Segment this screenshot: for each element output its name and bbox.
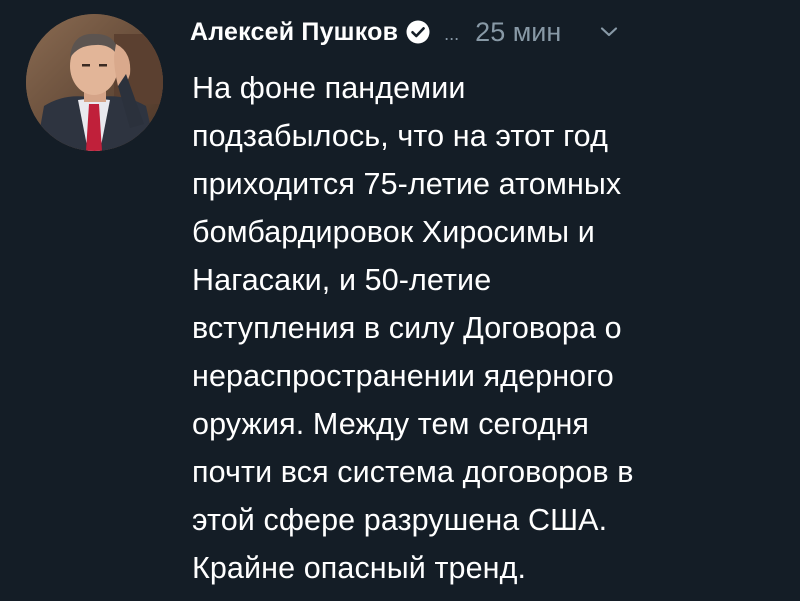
- tweet-text-line: этой сфере разрушена США.: [192, 503, 608, 537]
- verified-badge-icon: [406, 20, 430, 44]
- tweet-text-line: Нагасаки, и 50-летие: [192, 263, 492, 297]
- tweet-text-line: нераспространении ядерного: [192, 359, 614, 393]
- chevron-down-icon[interactable]: [599, 25, 619, 39]
- tweet-text-line: оружия. Между тем сегодня: [192, 407, 590, 441]
- tweet-text-line: вступления в силу Договора о: [192, 311, 622, 345]
- author-handle[interactable]: ...: [444, 24, 459, 45]
- tweet-text: На фоне пандемии подзабылось, что на это…: [192, 64, 792, 592]
- tweet-text-line: На фоне пандемии: [192, 71, 466, 105]
- avatar[interactable]: [26, 14, 163, 151]
- tweet-text-line: почти вся система договоров в: [192, 455, 634, 489]
- tweet-card[interactable]: Алексей Пушков ... 25 мин На фоне пандем…: [0, 0, 800, 601]
- tweet-text-line: Крайне опасный тренд.: [192, 551, 527, 585]
- author-name[interactable]: Алексей Пушков: [190, 18, 398, 47]
- tweet-text-line: подзабылось, что на этот год: [192, 119, 608, 153]
- tweet-text-line: приходится 75-летие атомных: [192, 167, 622, 201]
- tweet-text-line: бомбардировок Хиросимы и: [192, 215, 595, 249]
- tweet-time[interactable]: 25 мин: [475, 17, 561, 48]
- tweet-header: Алексей Пушков ... 25 мин: [190, 12, 780, 52]
- avatar-photo: [26, 14, 163, 151]
